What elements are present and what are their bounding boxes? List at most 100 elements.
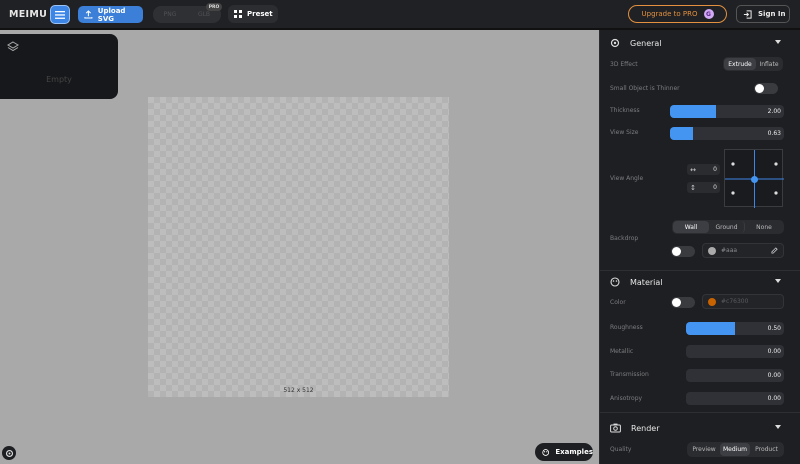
thickness-slider[interactable]: 2.00	[670, 105, 784, 118]
layers-panel: Empty	[0, 34, 118, 99]
thickness-value: 2.00	[767, 108, 781, 115]
upgrade-pro-button[interactable]: Upgrade to PRO G	[628, 5, 727, 23]
transmission-value: 0.00	[767, 372, 781, 379]
metallic-value: 0.00	[767, 348, 781, 355]
menu-button[interactable]	[50, 5, 70, 24]
effect-label: 3D Effect	[610, 61, 638, 68]
viewsize-fill	[670, 127, 693, 140]
gear-icon	[5, 449, 13, 457]
palette-icon	[610, 277, 620, 287]
upload-svg-button[interactable]: Upload SVG	[78, 6, 143, 23]
material-section-header[interactable]: Material	[600, 274, 800, 290]
thinner-toggle[interactable]	[754, 83, 778, 94]
effect-toggle-group: Extrude Inflate	[723, 57, 783, 71]
section-divider	[600, 412, 800, 413]
viewsize-label: View Size	[610, 129, 639, 136]
material-title: Material	[630, 277, 663, 287]
arrows-horizontal-icon: ↔	[690, 165, 696, 174]
brand-logo: MEIMU	[9, 9, 48, 20]
camera-icon	[610, 423, 621, 433]
thickness-label: Thickness	[610, 107, 640, 114]
examples-button[interactable]: Examples	[535, 443, 593, 461]
backdrop-wall-option[interactable]: Wall	[673, 221, 709, 233]
meimu-logo-icon: G	[703, 9, 714, 19]
backdrop-label: Backdrop	[610, 235, 639, 242]
angle-horizontal-value: 0	[713, 166, 717, 173]
color-label: Color	[610, 299, 626, 306]
anisotropy-label: Anisotropy	[610, 395, 643, 402]
general-title: General	[630, 38, 662, 48]
export-png-option[interactable]: PNG	[153, 11, 187, 18]
anisotropy-value: 0.00	[767, 395, 781, 402]
gear-icon	[610, 38, 620, 48]
viewsize-value: 0.63	[767, 130, 781, 137]
material-color-swatch	[708, 297, 716, 306]
color-toggle[interactable]	[671, 297, 695, 308]
hamburger-icon	[55, 10, 65, 19]
examples-label: Examples	[555, 448, 593, 456]
properties-panel: General 3D Effect Extrude Inflate Small …	[599, 30, 800, 464]
quality-preview-option[interactable]: Preview	[688, 443, 720, 456]
arrows-vertical-icon: ↕	[690, 183, 696, 192]
pro-badge: PRO	[206, 3, 222, 11]
roughness-value: 0.50	[767, 325, 781, 332]
grid-icon	[234, 10, 242, 18]
effect-inflate-option[interactable]: Inflate	[756, 58, 782, 70]
angle-handle[interactable]	[751, 175, 758, 183]
backdrop-none-option[interactable]: None	[745, 221, 783, 233]
roughness-slider[interactable]: 0.50	[686, 322, 784, 335]
quality-toggle-group: Preview Medium Product	[687, 442, 784, 457]
login-icon	[743, 9, 752, 19]
layers-empty-label: Empty	[46, 75, 72, 84]
canvas-size-label: 512 x 512	[283, 387, 314, 394]
upgrade-label: Upgrade to PRO	[641, 10, 698, 18]
view-angle-pad[interactable]	[724, 149, 784, 208]
viewsize-slider[interactable]: 0.63	[670, 127, 784, 140]
thickness-fill	[670, 105, 716, 118]
upload-icon	[84, 10, 93, 19]
viewangle-label: View Angle	[610, 175, 644, 182]
effect-extrude-option[interactable]: Extrude	[724, 58, 756, 70]
chevron-down-icon[interactable]	[775, 40, 781, 44]
backdrop-color-input[interactable]: #aaa	[702, 243, 784, 258]
angle-horizontal-input[interactable]: ↔ 0	[687, 164, 720, 175]
quality-medium-option[interactable]: Medium	[720, 443, 750, 456]
angle-vertical-value: 0	[713, 184, 717, 191]
material-color-input[interactable]: #c76300	[702, 294, 784, 309]
pencil-icon[interactable]	[771, 247, 778, 254]
quality-product-option[interactable]: Product	[750, 443, 783, 456]
backdrop-color-swatch	[708, 246, 716, 255]
export-glb-option[interactable]: GLB	[187, 11, 221, 18]
preset-label: Preset	[247, 10, 273, 18]
roughness-label: Roughness	[610, 324, 643, 331]
render-section-header[interactable]: Render	[600, 420, 800, 436]
settings-button[interactable]	[2, 446, 16, 460]
section-divider	[600, 270, 800, 271]
sign-in-button[interactable]: Sign In	[736, 5, 790, 23]
sign-in-label: Sign In	[758, 10, 786, 18]
upload-svg-label: Upload SVG	[97, 6, 126, 23]
preset-button[interactable]: Preset	[228, 5, 278, 23]
backdrop-color-value: #aaa	[721, 247, 738, 254]
chevron-down-icon[interactable]	[775, 425, 781, 429]
chevron-down-icon[interactable]	[775, 279, 781, 283]
quality-label: Quality	[610, 446, 632, 453]
transmission-label: Transmission	[610, 371, 649, 378]
backdrop-toggle-group: Wall Ground None	[672, 220, 784, 234]
backdrop-toggle[interactable]	[671, 246, 695, 257]
anisotropy-slider[interactable]: 0.00	[686, 392, 784, 405]
render-title: Render	[631, 423, 660, 433]
artboard-canvas[interactable]	[148, 97, 449, 397]
general-section-header[interactable]: General	[600, 35, 800, 51]
roughness-fill	[686, 322, 735, 335]
thinner-label: Small Object is Thinner	[610, 85, 680, 92]
metallic-slider[interactable]: 0.00	[686, 345, 784, 358]
top-bar: MEIMU Upload SVG PNG GLB PRO Preset Upgr…	[0, 0, 800, 30]
layers-icon[interactable]	[7, 41, 19, 53]
palette-icon	[542, 448, 550, 456]
material-color-value: #c76300	[721, 298, 749, 305]
metallic-label: Metallic	[610, 348, 634, 355]
transmission-slider[interactable]: 0.00	[686, 369, 784, 382]
angle-vertical-input[interactable]: ↕ 0	[687, 182, 720, 193]
backdrop-ground-option[interactable]: Ground	[709, 221, 745, 233]
